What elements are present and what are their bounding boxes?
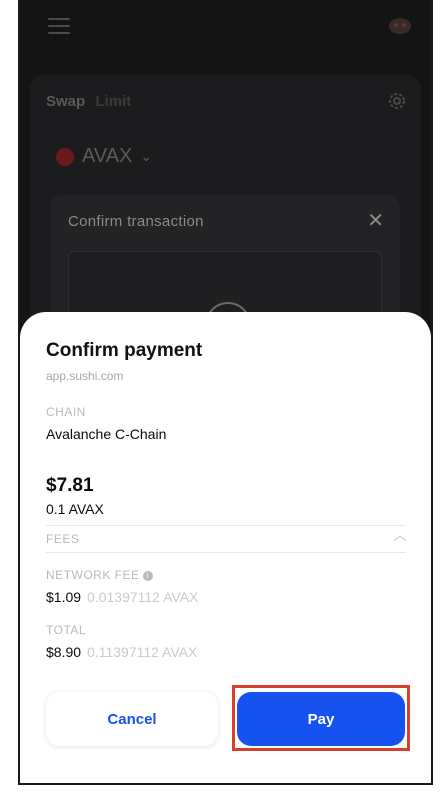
tab-swap[interactable]: Swap [46, 93, 85, 110]
network-fee-label-text: NETWORK FEE [46, 568, 140, 582]
chain-value: Avalanche C-Chain [46, 426, 167, 442]
cancel-button[interactable]: Cancel [46, 692, 218, 746]
network-fee-label: NETWORK FEE i [46, 568, 153, 582]
total-value: $8.90 0.11397112 AVAX [46, 644, 197, 660]
close-icon[interactable]: ✕ [367, 211, 384, 231]
phone-frame: Swap Limit AVAX ⌄ Confirm transaction ✕ … [18, 0, 433, 785]
wallet-avatar-icon[interactable] [387, 14, 413, 36]
token-name: AVAX [82, 145, 133, 167]
amount-token: 0.1 AVAX [46, 501, 104, 517]
total-usd: $8.90 [46, 644, 82, 660]
info-icon[interactable]: i [142, 571, 153, 581]
confirm-payment-sheet: Confirm payment app.sushi.com CHAIN Aval… [20, 312, 431, 783]
divider [46, 552, 406, 553]
network-fee-usd: $1.09 [46, 589, 82, 605]
gear-icon[interactable] [387, 91, 407, 111]
chevron-up-icon[interactable]: ︿ [393, 525, 407, 545]
menu-icon[interactable] [48, 18, 70, 36]
amount-usd: $7.81 [46, 475, 94, 496]
network-fee-value: $1.09 0.01397112 AVAX [46, 589, 198, 605]
chain-label: CHAIN [46, 405, 86, 419]
modal-title: Confirm transaction [68, 213, 204, 230]
sheet-title: Confirm payment [46, 340, 203, 361]
divider [46, 525, 406, 526]
total-token: 0.11397112 AVAX [87, 644, 198, 660]
chevron-down-icon: ⌄ [140, 148, 153, 164]
swap-tabs: Swap Limit [46, 93, 131, 110]
token-selector[interactable]: AVAX ⌄ [56, 145, 152, 168]
fees-label[interactable]: FEES [46, 532, 79, 546]
total-label: TOTAL [46, 623, 87, 637]
avax-logo-icon [56, 147, 74, 166]
pay-button[interactable]: Pay [237, 692, 405, 746]
tab-limit[interactable]: Limit [95, 93, 131, 110]
site-url: app.sushi.com [46, 369, 124, 383]
network-fee-token: 0.01397112 AVAX [87, 589, 199, 605]
